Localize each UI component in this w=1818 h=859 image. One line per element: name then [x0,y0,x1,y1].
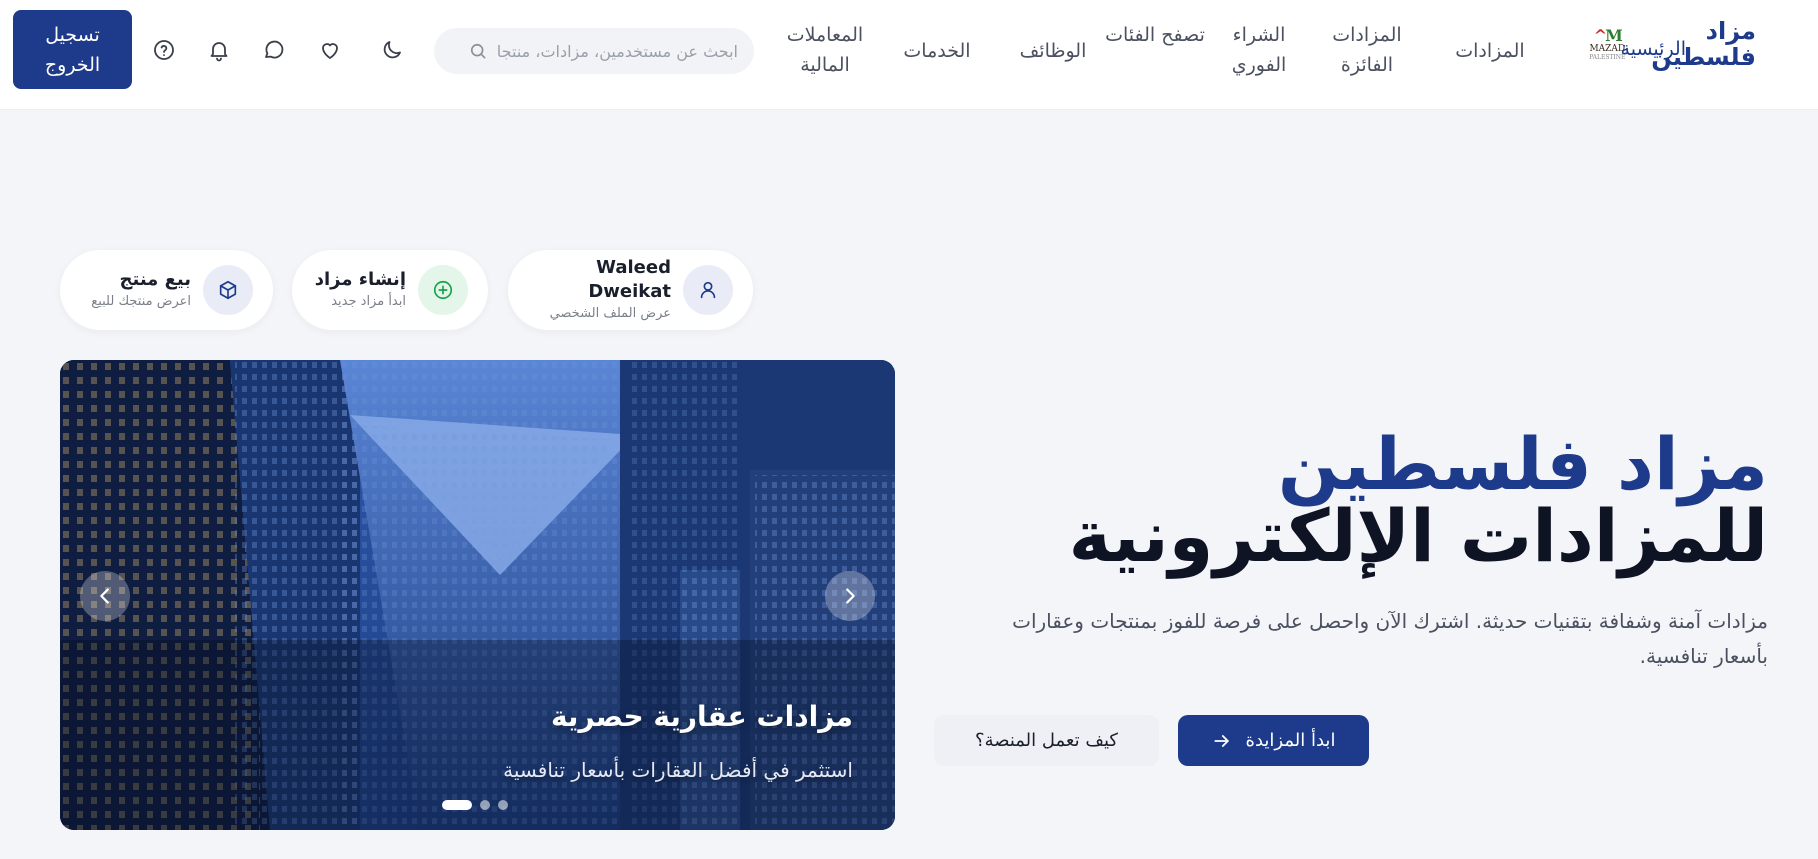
profile-card[interactable]: Waleed Dweikat عرض الملف الشخصي [508,250,753,330]
create-auction-card[interactable]: إنشاء مزاد ابدأ مزاد جديد [292,250,488,330]
slide-dot-3[interactable] [498,800,508,810]
nav-item-financial-transactions[interactable]: المعاملات المالية [765,20,885,80]
how-it-works-button[interactable]: كيف تعمل المنصة؟ [934,715,1159,766]
slide-dot-2[interactable] [480,800,490,810]
nav-item-won-auctions[interactable]: المزادات الفائزة [1317,20,1417,80]
chevron-left-icon [100,588,109,604]
chat-icon[interactable] [260,36,288,64]
profile-card-text: Waleed Dweikat عرض الملف الشخصي [528,256,671,324]
sell-product-card[interactable]: بيع منتج اعرض منتجك للبيع [60,250,273,330]
help-icon[interactable] [150,36,178,64]
hero-slider: مزادات عقارية حصرية استثمر في أفضل العقا… [60,360,895,830]
chevron-right-icon [846,588,855,604]
nav-item-browse-categories[interactable]: تصفح الفئات [1105,20,1205,50]
slide-dots [442,800,508,810]
sell-product-title: بيع منتج [119,269,191,290]
hero-description: مزادات آمنة وشفافة بتقنيات حديثة. اشترك … [1012,609,1768,668]
sell-product-text: بيع منتج اعرض منتجك للبيع [91,268,191,312]
nav-item-home[interactable]: الرئيسية [1621,38,1686,60]
heart-icon[interactable] [316,36,344,64]
nav-item-buy-now[interactable]: الشراء الفوري [1209,20,1309,80]
slide-prev-button[interactable] [80,571,130,621]
search-input[interactable] [498,41,738,61]
plus-circle-icon [418,265,468,315]
start-bidding-label: ابدأ المزايدة [1245,730,1336,751]
bell-icon[interactable] [205,36,233,64]
arrow-right-icon [1213,734,1229,747]
slide-subtitle: استثمر في أفضل العقارات بأسعار تنافسية [503,758,853,782]
package-icon [203,265,253,315]
nav-item-services[interactable]: الخدمات [887,36,987,66]
nav-item-jobs[interactable]: الوظائف [1003,36,1103,66]
create-auction-text: إنشاء مزاد ابدأ مزاد جديد [315,268,406,312]
sell-product-subtitle: اعرض منتجك للبيع [91,294,191,309]
top-navbar: مزاد فلسطين M^ MAZAD PALESTINE الرئيسية … [0,0,1818,110]
moon-icon[interactable] [378,36,406,64]
slide-next-button[interactable] [825,571,875,621]
create-auction-title: إنشاء مزاد [314,269,406,290]
profile-name: Waleed Dweikat [588,257,671,302]
user-icon [683,265,733,315]
logout-button[interactable]: تسجيل الخروج [13,10,132,89]
profile-subtitle: عرض الملف الشخصي [549,306,671,321]
start-bidding-button[interactable]: ابدأ المزايدة [1178,715,1369,766]
search-bar [434,28,754,74]
slide-title: مزادات عقارية حصرية [550,700,853,733]
search-icon[interactable] [468,41,488,61]
slide-dot-1[interactable] [442,800,472,810]
logo-mark-icon: M^ [1593,25,1623,45]
nav-item-auctions[interactable]: المزادات [1445,36,1535,66]
create-auction-subtitle: ابدأ مزاد جديد [331,294,406,309]
hero-title: مزاد فلسطين للمزادات الإلكترونية [948,428,1768,572]
hero-title-rest: للمزادات الإلكترونية [1068,494,1768,578]
